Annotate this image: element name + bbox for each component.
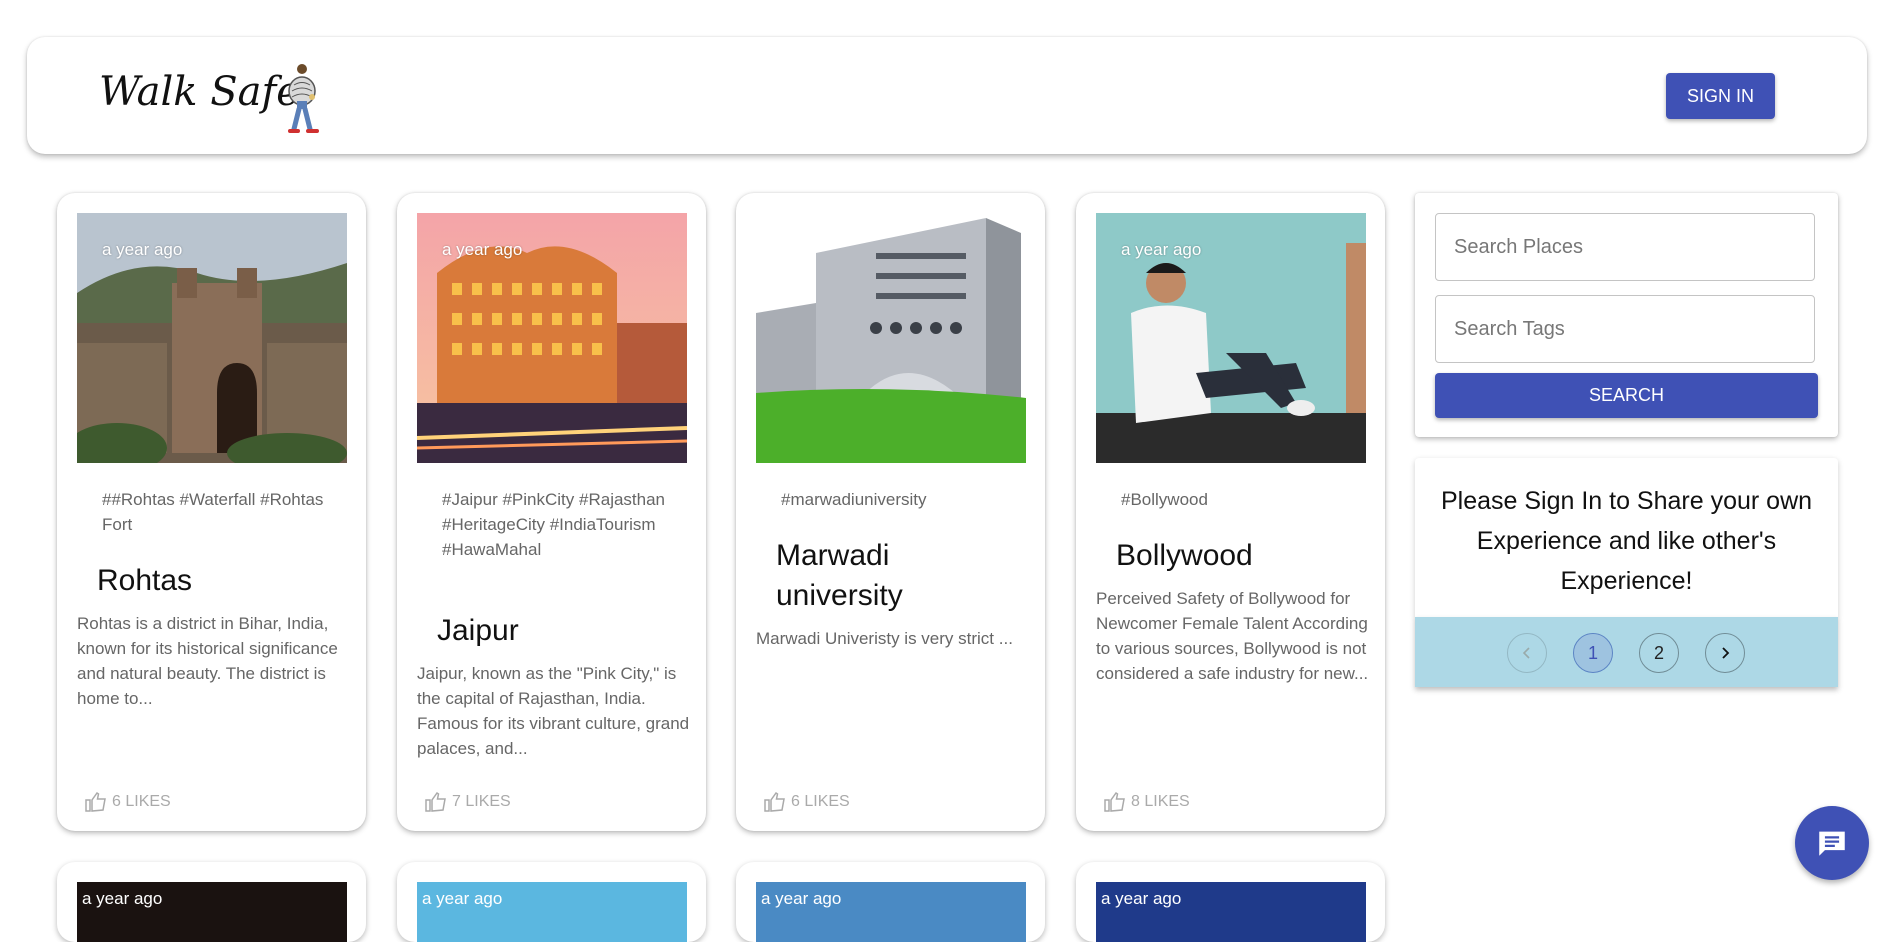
like-button[interactable]: 6 LIKES [763, 790, 850, 814]
post-card[interactable]: a year ago [1076, 862, 1385, 942]
sign-in-button[interactable]: SIGN IN [1666, 73, 1775, 119]
thumb-up-icon [1104, 791, 1125, 812]
post-time: a year ago [761, 889, 842, 908]
post-card-marwadi[interactable]: #marwadiuniversity Marwadi university Ma… [736, 193, 1045, 831]
post-description: Marwadi Univeristy is very strict ... [756, 629, 1013, 648]
post-time: a year ago [442, 240, 523, 259]
like-button[interactable]: 6 LIKES [84, 790, 171, 814]
post-time: a year ago [82, 889, 163, 908]
sign-in-message: Please Sign In to Share your own Experie… [1440, 487, 1813, 595]
walker-logo-icon [288, 64, 319, 133]
search-places-input[interactable] [1436, 214, 1814, 280]
search-tags-field[interactable] [1435, 295, 1815, 363]
like-count: 6 LIKES [791, 793, 850, 810]
search-button[interactable]: SEARCH [1435, 373, 1818, 418]
post-tags: #Bollywood [1121, 490, 1208, 509]
next-page-button[interactable] [1705, 633, 1745, 673]
post-title[interactable]: Marwadi university [776, 536, 1016, 616]
post-description: Jaipur, known as the "Pink City," is the… [417, 664, 690, 758]
post-tags: ##Rohtas #Waterfall #Rohtas Fort [102, 490, 324, 534]
post-title[interactable]: Bollywood [1116, 536, 1356, 576]
post-image[interactable]: a year ago [417, 213, 687, 463]
like-count: 7 LIKES [452, 793, 511, 810]
post-card-bollywood[interactable]: a year ago #Bollywood Bollywood Perceive… [1076, 193, 1385, 831]
post-title[interactable]: Rohtas [97, 561, 337, 601]
post-time: a year ago [102, 240, 183, 259]
post-tags: #marwadiuniversity [781, 490, 927, 509]
thumb-up-icon [425, 791, 446, 812]
post-description: Perceived Safety of Bollywood for Newcom… [1096, 589, 1369, 683]
search-panel: SEARCH [1415, 193, 1838, 437]
post-image[interactable]: a year ago [1096, 213, 1366, 463]
like-button[interactable]: 7 LIKES [424, 790, 511, 814]
post-title[interactable]: Jaipur [437, 611, 677, 651]
post-time: a year ago [422, 889, 503, 908]
app-header: Walk Safe SIGN IN [27, 37, 1867, 154]
thumb-up-icon [85, 791, 106, 812]
page-button-2[interactable]: 2 [1639, 633, 1679, 673]
chevron-right-icon [1722, 647, 1730, 659]
sign-in-prompt: Please Sign In to Share your own Experie… [1415, 458, 1838, 618]
post-card[interactable]: a year ago [736, 862, 1045, 942]
prev-page-button[interactable] [1507, 633, 1547, 673]
post-image[interactable] [756, 213, 1026, 463]
post-time: a year ago [1101, 889, 1182, 908]
chat-icon [1819, 831, 1845, 856]
chat-button[interactable] [1795, 806, 1869, 880]
university-image [756, 213, 1026, 463]
chevron-left-icon [1522, 647, 1530, 659]
search-places-field[interactable] [1435, 213, 1815, 281]
thumb-up-icon [764, 791, 785, 812]
post-tags: #Jaipur #PinkCity #Rajasthan #HeritageCi… [442, 490, 666, 559]
post-card-rohtas[interactable]: a year ago ##Rohtas #Waterfall #Rohtas F… [57, 193, 366, 831]
post-image[interactable]: a year ago [77, 213, 347, 463]
brand-logo-text[interactable]: Walk Safe [99, 69, 300, 115]
like-button[interactable]: 8 LIKES [1103, 790, 1190, 814]
post-card[interactable]: a year ago [57, 862, 366, 942]
pagination: 1 2 [1415, 617, 1838, 687]
post-time: a year ago [1121, 240, 1202, 259]
like-count: 6 LIKES [112, 793, 171, 810]
search-tags-input[interactable] [1436, 296, 1814, 362]
post-card-jaipur[interactable]: a year ago #Jaipur #PinkCity #Rajasthan … [397, 193, 706, 831]
post-description: Rohtas is a district in Bihar, India, kn… [77, 614, 338, 708]
like-count: 8 LIKES [1131, 793, 1190, 810]
post-card[interactable]: a year ago [397, 862, 706, 942]
page-button-1[interactable]: 1 [1573, 633, 1613, 673]
